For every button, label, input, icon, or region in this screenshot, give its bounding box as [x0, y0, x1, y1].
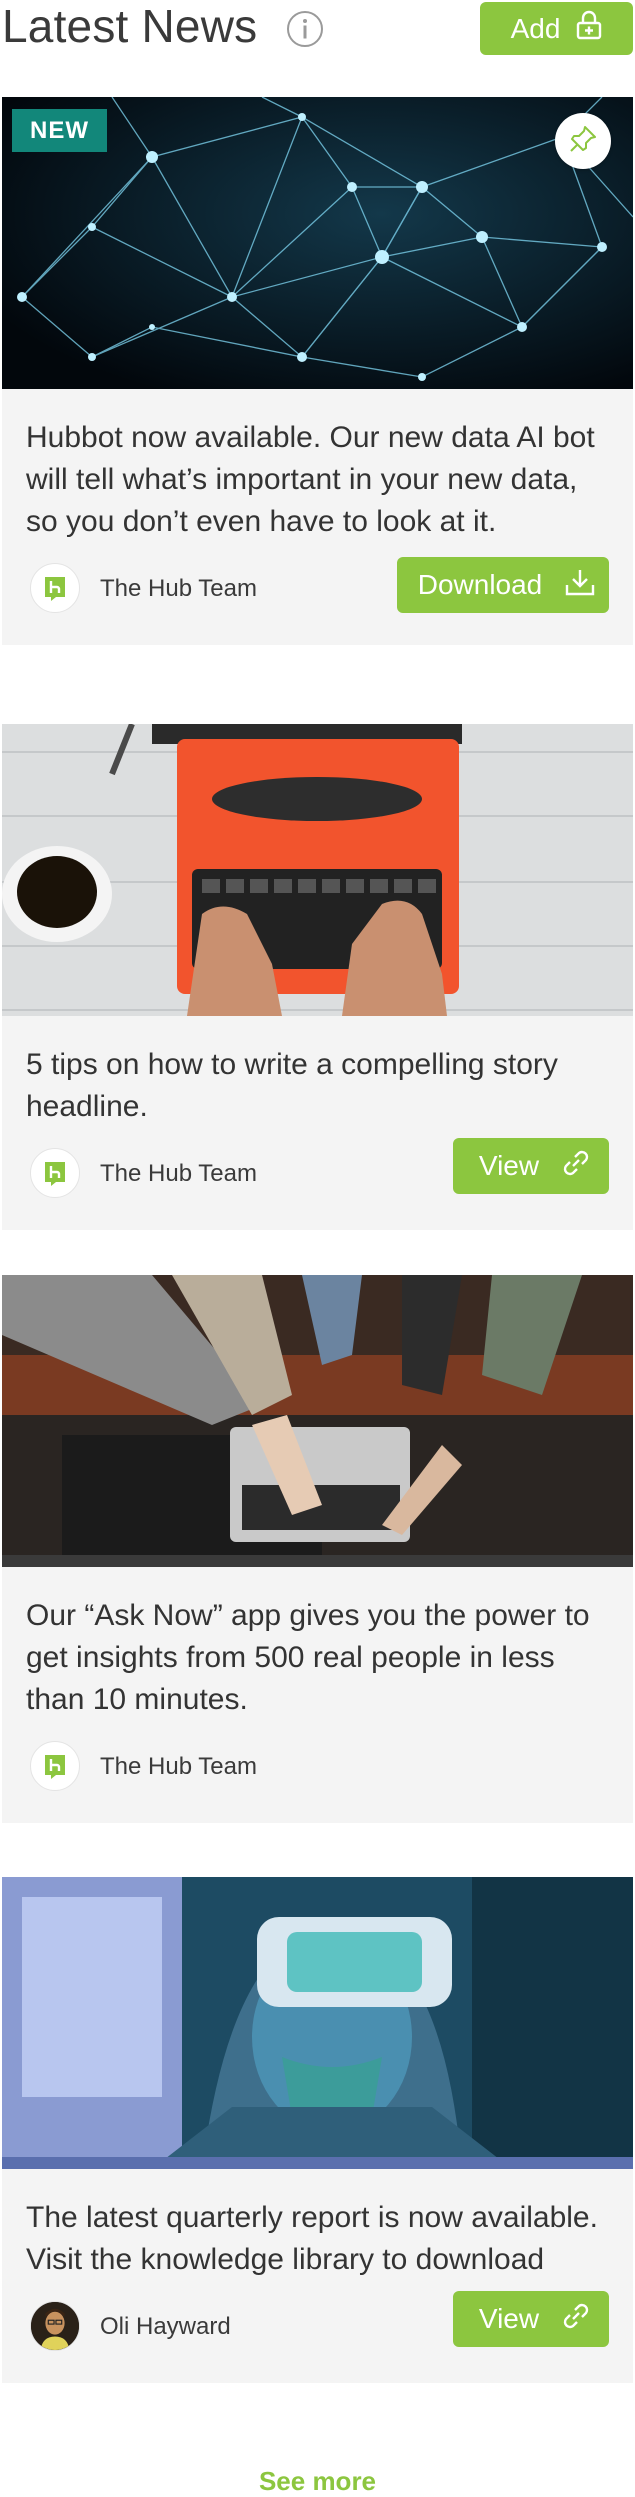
link-icon	[561, 2301, 591, 2338]
add-button[interactable]: Add	[480, 2, 633, 55]
pin-icon	[568, 124, 598, 159]
author-name: Oli Hayward	[100, 2313, 231, 2340]
info-icon[interactable]	[286, 10, 324, 48]
card-body: Hubbot now available. Our new data AI bo…	[2, 389, 633, 645]
view-button[interactable]: View	[453, 2291, 609, 2347]
view-button[interactable]: View	[453, 1138, 609, 1194]
news-card[interactable]: The latest quarterly report is now avail…	[2, 1877, 633, 2383]
link-icon	[561, 1148, 591, 1185]
author-name: The Hub Team	[100, 575, 257, 602]
news-card[interactable]: NEW Hubbot now available. Our new data A…	[2, 97, 633, 645]
lock-plus-icon	[576, 10, 602, 47]
card-footer: The Hub Team View	[26, 1138, 609, 1206]
card-headline[interactable]: Our “Ask Now” app gives you the power to…	[26, 1595, 609, 1721]
laptop-hands-image	[2, 1275, 633, 1567]
header: Latest News Add	[0, 0, 635, 96]
person-avatar	[30, 2301, 80, 2351]
card-body: The latest quarterly report is now avail…	[2, 2169, 633, 2383]
news-card[interactable]: 5 tips on how to write a compelling stor…	[2, 724, 633, 1230]
see-more-link[interactable]: See more	[0, 2466, 635, 2497]
card-headline[interactable]: The latest quarterly report is now avail…	[26, 2197, 609, 2281]
hub-logo-icon	[30, 1148, 80, 1198]
card-footer: Oli Hayward View	[26, 2291, 609, 2359]
card-body: 5 tips on how to write a compelling stor…	[2, 1016, 633, 1230]
card-headline[interactable]: 5 tips on how to write a compelling stor…	[26, 1044, 609, 1128]
network-nodes-image: NEW	[2, 97, 633, 389]
vr-headset-image	[2, 1877, 633, 2169]
typewriter-image	[2, 724, 633, 1016]
add-button-label: Add	[510, 12, 561, 44]
card-footer: The Hub Team	[26, 1735, 609, 1799]
card-body: Our “Ask Now” app gives you the power to…	[2, 1567, 633, 1823]
hub-logo-icon	[30, 563, 80, 613]
download-button-label: Download	[417, 569, 543, 600]
author-name: The Hub Team	[100, 1753, 257, 1780]
view-button-label: View	[478, 2303, 540, 2334]
page-title: Latest News	[2, 0, 258, 52]
news-card[interactable]: Our “Ask Now” app gives you the power to…	[2, 1275, 633, 1823]
card-footer: The Hub Team Download	[26, 557, 609, 621]
card-headline[interactable]: Hubbot now available. Our new data AI bo…	[26, 417, 609, 543]
pin-button[interactable]	[555, 113, 611, 169]
hub-logo-icon	[30, 1741, 80, 1791]
new-badge: NEW	[12, 109, 107, 152]
author-name: The Hub Team	[100, 1160, 257, 1187]
view-button-label: View	[478, 1150, 540, 1181]
download-icon	[564, 567, 596, 604]
download-button[interactable]: Download	[397, 557, 609, 613]
